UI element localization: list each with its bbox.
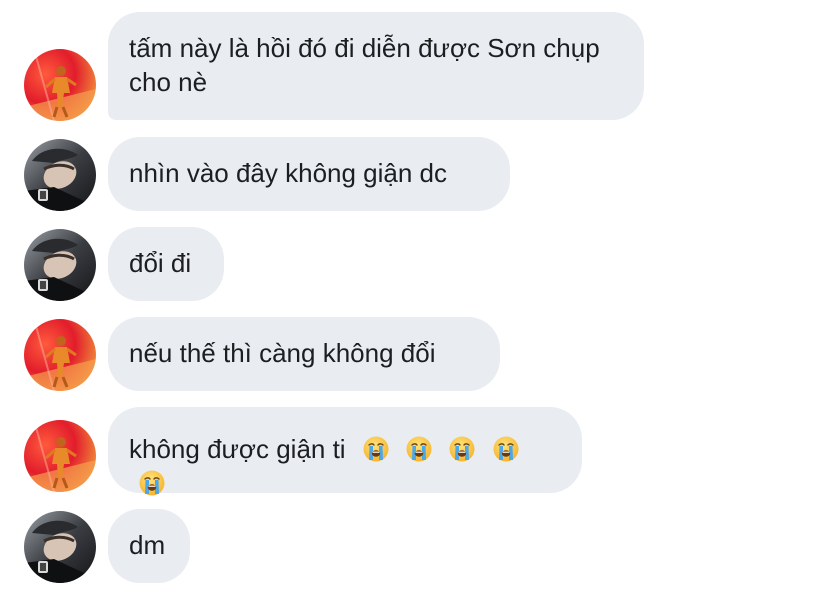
loudly-crying-face-icon [363,436,389,462]
message-bubble[interactable]: nhìn vào đây không giận dc [108,137,510,211]
orange-avatar-icon [24,49,96,121]
message-text: không được giận ti [129,434,346,464]
loudly-crying-face-icon [406,436,432,462]
orange-avatar-icon [24,319,96,391]
avatar[interactable] [24,139,96,211]
dark-avatar-icon [24,511,96,583]
message-bubble[interactable]: nếu thế thì càng không đổi [108,317,500,391]
message-text: nếu thế thì càng không đổi [129,338,436,368]
message-bubble[interactable]: đổi đi [108,227,224,301]
message-bubble[interactable]: không được giận ti [108,407,582,493]
loudly-crying-face-icon [493,436,519,462]
message-text: tấm này là hồi đó đi diễn được Sơn chụp … [129,33,600,97]
avatar[interactable] [24,49,96,121]
message-text: dm [129,530,166,560]
message-text: đổi đi [129,248,192,278]
orange-avatar-icon [24,420,96,492]
avatar[interactable] [24,511,96,583]
avatar[interactable] [24,420,96,492]
loudly-crying-face-icon [449,436,475,462]
avatar[interactable] [24,229,96,301]
dark-avatar-icon [24,229,96,301]
message-bubble[interactable]: dm [108,509,190,583]
dark-avatar-icon [24,139,96,211]
loudly-crying-face-icon [139,470,165,496]
avatar[interactable] [24,319,96,391]
message-bubble[interactable]: tấm này là hồi đó đi diễn được Sơn chụp … [108,12,644,120]
message-text: nhìn vào đây không giận dc [129,158,448,188]
